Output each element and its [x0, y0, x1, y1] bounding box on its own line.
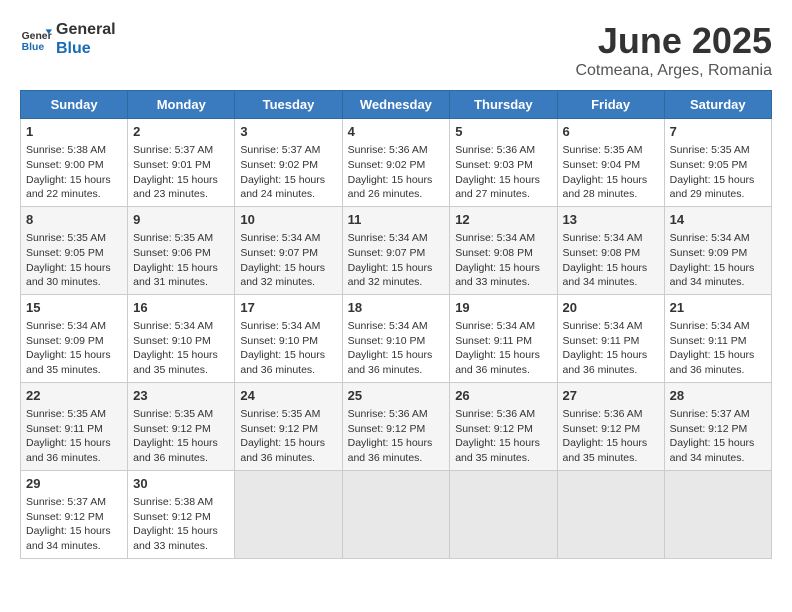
table-row: 23Sunrise: 5:35 AMSunset: 9:12 PMDayligh…: [128, 382, 235, 470]
logo-icon: General Blue: [20, 23, 52, 55]
table-row: 1Sunrise: 5:38 AMSunset: 9:00 PMDaylight…: [21, 119, 128, 207]
logo-line1: General: [56, 20, 116, 39]
table-row: 14Sunrise: 5:34 AMSunset: 9:09 PMDayligh…: [664, 206, 771, 294]
calendar-week-row: 1Sunrise: 5:38 AMSunset: 9:00 PMDaylight…: [21, 119, 772, 207]
table-row: 29Sunrise: 5:37 AMSunset: 9:12 PMDayligh…: [21, 470, 128, 558]
table-row: [235, 470, 342, 558]
table-row: 18Sunrise: 5:34 AMSunset: 9:10 PMDayligh…: [342, 294, 450, 382]
table-row: 24Sunrise: 5:35 AMSunset: 9:12 PMDayligh…: [235, 382, 342, 470]
table-row: 26Sunrise: 5:36 AMSunset: 9:12 PMDayligh…: [450, 382, 557, 470]
table-row: 5Sunrise: 5:36 AMSunset: 9:03 PMDaylight…: [450, 119, 557, 207]
table-row: [342, 470, 450, 558]
calendar-table: Sunday Monday Tuesday Wednesday Thursday…: [20, 90, 772, 559]
table-row: 13Sunrise: 5:34 AMSunset: 9:08 PMDayligh…: [557, 206, 664, 294]
table-row: 11Sunrise: 5:34 AMSunset: 9:07 PMDayligh…: [342, 206, 450, 294]
logo-line2: Blue: [56, 39, 116, 58]
header-sunday: Sunday: [21, 91, 128, 119]
table-row: 28Sunrise: 5:37 AMSunset: 9:12 PMDayligh…: [664, 382, 771, 470]
calendar-week-row: 22Sunrise: 5:35 AMSunset: 9:11 PMDayligh…: [21, 382, 772, 470]
page-title: June 2025: [575, 20, 772, 62]
table-row: 17Sunrise: 5:34 AMSunset: 9:10 PMDayligh…: [235, 294, 342, 382]
header-thursday: Thursday: [450, 91, 557, 119]
table-row: 3Sunrise: 5:37 AMSunset: 9:02 PMDaylight…: [235, 119, 342, 207]
table-row: 8Sunrise: 5:35 AMSunset: 9:05 PMDaylight…: [21, 206, 128, 294]
svg-text:General: General: [22, 31, 52, 42]
title-area: June 2025 Cotmeana, Arges, Romania: [575, 20, 772, 80]
table-row: 30Sunrise: 5:38 AMSunset: 9:12 PMDayligh…: [128, 470, 235, 558]
calendar-week-row: 15Sunrise: 5:34 AMSunset: 9:09 PMDayligh…: [21, 294, 772, 382]
header-wednesday: Wednesday: [342, 91, 450, 119]
table-row: 6Sunrise: 5:35 AMSunset: 9:04 PMDaylight…: [557, 119, 664, 207]
table-row: 2Sunrise: 5:37 AMSunset: 9:01 PMDaylight…: [128, 119, 235, 207]
table-row: 19Sunrise: 5:34 AMSunset: 9:11 PMDayligh…: [450, 294, 557, 382]
table-row: 22Sunrise: 5:35 AMSunset: 9:11 PMDayligh…: [21, 382, 128, 470]
calendar-week-row: 29Sunrise: 5:37 AMSunset: 9:12 PMDayligh…: [21, 470, 772, 558]
table-row: [557, 470, 664, 558]
table-row: 16Sunrise: 5:34 AMSunset: 9:10 PMDayligh…: [128, 294, 235, 382]
svg-text:Blue: Blue: [22, 42, 45, 53]
header-saturday: Saturday: [664, 91, 771, 119]
table-row: 15Sunrise: 5:34 AMSunset: 9:09 PMDayligh…: [21, 294, 128, 382]
table-row: 27Sunrise: 5:36 AMSunset: 9:12 PMDayligh…: [557, 382, 664, 470]
table-row: 20Sunrise: 5:34 AMSunset: 9:11 PMDayligh…: [557, 294, 664, 382]
table-row: 9Sunrise: 5:35 AMSunset: 9:06 PMDaylight…: [128, 206, 235, 294]
table-row: 4Sunrise: 5:36 AMSunset: 9:02 PMDaylight…: [342, 119, 450, 207]
table-row: [664, 470, 771, 558]
header-tuesday: Tuesday: [235, 91, 342, 119]
table-row: [450, 470, 557, 558]
logo: General Blue General Blue: [20, 20, 116, 58]
header-monday: Monday: [128, 91, 235, 119]
calendar-header-row: Sunday Monday Tuesday Wednesday Thursday…: [21, 91, 772, 119]
table-row: 10Sunrise: 5:34 AMSunset: 9:07 PMDayligh…: [235, 206, 342, 294]
table-row: 7Sunrise: 5:35 AMSunset: 9:05 PMDaylight…: [664, 119, 771, 207]
calendar-week-row: 8Sunrise: 5:35 AMSunset: 9:05 PMDaylight…: [21, 206, 772, 294]
table-row: 12Sunrise: 5:34 AMSunset: 9:08 PMDayligh…: [450, 206, 557, 294]
page-subtitle: Cotmeana, Arges, Romania: [575, 62, 772, 80]
page-header: General Blue General Blue June 2025 Cotm…: [20, 20, 772, 80]
table-row: 25Sunrise: 5:36 AMSunset: 9:12 PMDayligh…: [342, 382, 450, 470]
header-friday: Friday: [557, 91, 664, 119]
table-row: 21Sunrise: 5:34 AMSunset: 9:11 PMDayligh…: [664, 294, 771, 382]
